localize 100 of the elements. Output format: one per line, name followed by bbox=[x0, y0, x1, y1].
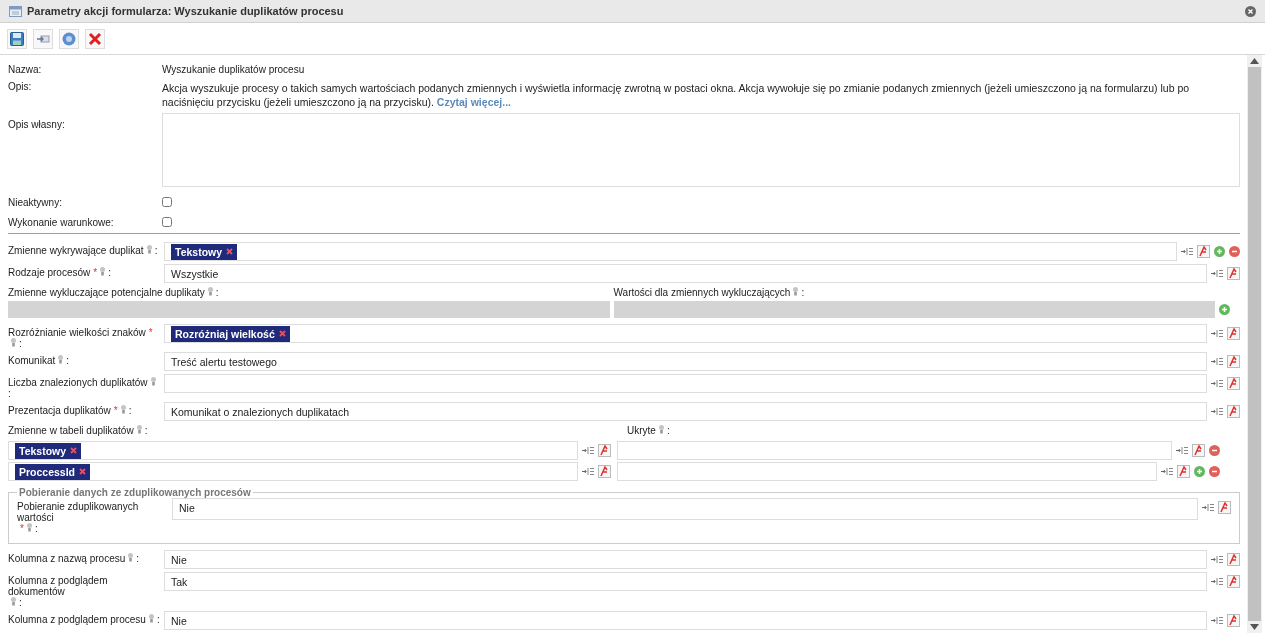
remove-icon[interactable] bbox=[70, 447, 78, 454]
checkbox[interactable] bbox=[162, 217, 172, 227]
insert-variable-icon[interactable] bbox=[1211, 577, 1223, 586]
lightbulb-icon bbox=[146, 245, 152, 254]
input-field[interactable]: Komunikat o znalezionych duplikatach bbox=[164, 402, 1207, 421]
add-button[interactable] bbox=[1194, 466, 1205, 477]
input-field[interactable]: Nie bbox=[172, 498, 1198, 520]
input-field[interactable] bbox=[164, 374, 1207, 393]
label-colon: : bbox=[34, 523, 38, 534]
insert-variable-icon[interactable] bbox=[1211, 616, 1223, 625]
insert-variable-icon[interactable] bbox=[1211, 329, 1223, 338]
required-mark: * bbox=[93, 267, 98, 278]
insert-variable-icon[interactable] bbox=[1211, 555, 1223, 564]
eraser-icon[interactable] bbox=[1227, 327, 1240, 340]
save-button[interactable] bbox=[7, 28, 27, 49]
input-field[interactable]: Tekstowy bbox=[164, 242, 1177, 261]
label-colon: : bbox=[154, 245, 158, 256]
eraser-icon[interactable] bbox=[1227, 377, 1240, 390]
input-field[interactable]: Wszystkie bbox=[164, 264, 1207, 283]
help-button[interactable] bbox=[59, 28, 79, 49]
remove-button[interactable] bbox=[1229, 246, 1240, 257]
lightbulb-icon bbox=[26, 523, 32, 532]
remove-icon[interactable] bbox=[79, 468, 87, 475]
insert-variable-icon[interactable] bbox=[1202, 503, 1214, 512]
eraser-icon[interactable] bbox=[1218, 501, 1231, 514]
input-field[interactable]: Tekstowy bbox=[8, 441, 578, 460]
label-colon: : bbox=[144, 425, 148, 436]
lightbulb-icon bbox=[793, 287, 799, 296]
eraser-icon[interactable] bbox=[598, 444, 611, 457]
field-label: Zmienne w tabeli duplikatów bbox=[8, 425, 134, 436]
checkbox[interactable] bbox=[162, 197, 172, 207]
label-colon: : bbox=[128, 405, 132, 416]
scrollbar[interactable] bbox=[1247, 55, 1262, 633]
remove-icon[interactable] bbox=[226, 248, 234, 255]
window-title: Parametry akcji formularza: Wyszukanie duplikatów procesu bbox=[27, 5, 345, 17]
arrow-box-icon bbox=[36, 33, 50, 44]
field-label: Rodzaje procesów bbox=[8, 267, 91, 278]
eraser-icon[interactable] bbox=[1227, 405, 1240, 418]
add-button[interactable] bbox=[1214, 246, 1225, 257]
tag-label: Tekstowy bbox=[175, 244, 223, 260]
insert-variable-icon[interactable] bbox=[1176, 446, 1188, 455]
insert-variable-icon[interactable] bbox=[582, 446, 594, 455]
input-field[interactable]: Nie bbox=[164, 550, 1207, 569]
label-colon: : bbox=[66, 355, 70, 366]
scroll-up-button[interactable] bbox=[1250, 58, 1259, 64]
label-colon: : bbox=[8, 388, 11, 399]
insert-variable-icon[interactable] bbox=[1211, 269, 1223, 278]
insert-variable-icon[interactable] bbox=[1161, 467, 1173, 476]
input-field[interactable]: Nie bbox=[164, 611, 1207, 630]
field-label: Nieaktywny: bbox=[8, 196, 63, 208]
label-colon: : bbox=[136, 553, 140, 564]
insert-variable-icon[interactable] bbox=[1211, 379, 1223, 388]
scroll-down-button[interactable] bbox=[1250, 624, 1259, 630]
insert-variable-icon[interactable] bbox=[1211, 407, 1223, 416]
insert-variable-icon[interactable] bbox=[582, 467, 594, 476]
input-field[interactable] bbox=[617, 441, 1172, 460]
eraser-icon[interactable] bbox=[1227, 614, 1240, 627]
lightbulb-icon bbox=[11, 597, 16, 606]
insert-variable-icon[interactable] bbox=[1211, 357, 1223, 366]
field-label: Kolumna z podglądem dokumentów bbox=[8, 575, 109, 597]
read-more-link[interactable]: Czytaj więcej... bbox=[436, 96, 511, 108]
tag-label: ProccessId bbox=[19, 464, 76, 480]
field-label: Ukryte bbox=[627, 425, 656, 436]
field-label: Opis własny: bbox=[8, 118, 66, 130]
eraser-icon[interactable] bbox=[1192, 444, 1205, 457]
group-title: Pobieranie danych ze zduplikowanych procesów bbox=[18, 487, 252, 498]
add-button[interactable] bbox=[1219, 304, 1230, 315]
lightbulb-icon bbox=[58, 355, 64, 364]
remove-button[interactable] bbox=[1209, 466, 1220, 477]
eraser-icon[interactable] bbox=[1227, 553, 1240, 566]
eraser-icon[interactable] bbox=[598, 465, 611, 478]
field-label: Pobieranie zduplikowanych wartości bbox=[17, 501, 140, 523]
input-field[interactable]: ProccessId bbox=[8, 462, 578, 481]
input-field[interactable] bbox=[617, 462, 1157, 481]
eraser-icon[interactable] bbox=[1197, 245, 1210, 258]
eraser-icon[interactable] bbox=[1227, 267, 1240, 280]
floppy-icon bbox=[10, 31, 24, 46]
field-label: Prezentacja duplikatów bbox=[8, 405, 111, 416]
required-mark: * bbox=[113, 405, 118, 416]
input-field[interactable]: Rozróżniaj wielkość bbox=[164, 324, 1207, 343]
scroll-thumb[interactable] bbox=[1248, 67, 1261, 621]
insert-variable-icon[interactable] bbox=[1181, 247, 1193, 256]
field-label: Zmienne wykluczające potencjalne duplikaty bbox=[8, 287, 205, 298]
remove-button[interactable] bbox=[1209, 445, 1220, 456]
eraser-icon[interactable] bbox=[1227, 355, 1240, 368]
input-field[interactable]: Tak bbox=[164, 572, 1207, 591]
eraser-icon[interactable] bbox=[1177, 465, 1190, 478]
close-icon bbox=[88, 31, 102, 46]
label-colon: : bbox=[156, 614, 160, 625]
delete-button[interactable] bbox=[85, 28, 105, 49]
field-label: Kolumna z podglądem procesu bbox=[8, 614, 146, 625]
description-text: Akcja wyszukuje procesy o takich samych wartościach podanych zmiennych i wyświetla informację zwrotną w postaci okna. Akcja wywołuje się po zmianie podanych zmiennych (jeżeli umieszczono ją na formularzu) lub po naciśnięciu przycisku (jeżeli umieszczono ją na przycisku). Czytaj więcej... bbox=[162, 81, 1191, 109]
eraser-icon[interactable] bbox=[1227, 575, 1240, 588]
field-label: Nazwa: bbox=[8, 63, 43, 77]
remove-icon[interactable] bbox=[278, 330, 286, 337]
variables-button[interactable] bbox=[33, 28, 53, 49]
close-button[interactable] bbox=[1245, 5, 1256, 17]
tag-label: Rozróżniaj wielkość bbox=[175, 326, 275, 342]
input-field[interactable]: Treść alertu testowego bbox=[164, 352, 1207, 371]
field-label: Kolumna z nazwą procesu bbox=[8, 553, 126, 564]
